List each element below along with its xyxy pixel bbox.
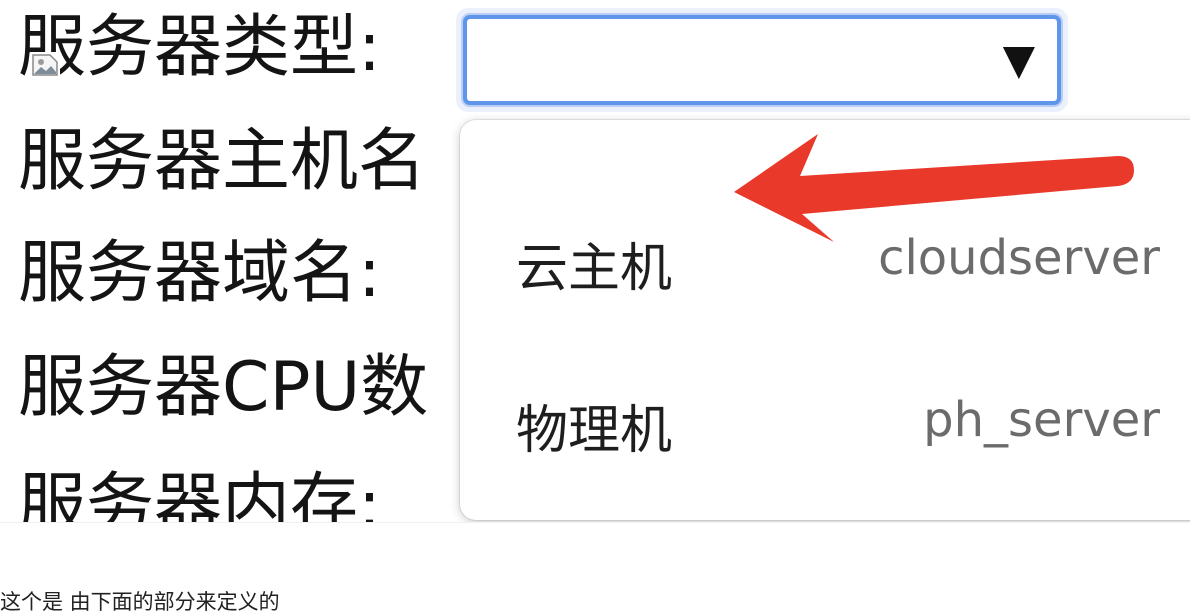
chevron-down-icon[interactable]: ▼ [1003,39,1035,81]
zoomed-screenshot: 服务器类型: 服务器主机名 服务器域名: 服务器CPU数 服务器内存: ▼ 云主… [0,0,1190,522]
server-type-select-field[interactable]: ▼ [463,15,1061,105]
option-label: 云主机 [516,239,673,299]
label-server-hostname: 服务器主机名 [18,122,427,201]
divider [0,522,1190,523]
label-server-cpu: 服务器CPU数 [18,348,429,427]
label-server-type: 服务器类型: [18,8,381,87]
label-server-domain: 服务器域名: [18,234,381,313]
option-value: ph_server [923,392,1160,448]
broken-image-icon [30,52,60,78]
red-arrow-annotation [734,134,1134,242]
server-type-select[interactable]: ▼ [456,8,1068,112]
dropdown-option-ph-server[interactable]: 物理机 ph_server [460,374,1190,464]
label-server-memory: 服务器内存: [18,466,381,523]
caption-text: 这个是 由下面的部分来定义的 [0,590,280,614]
option-label: 物理机 [516,401,673,461]
